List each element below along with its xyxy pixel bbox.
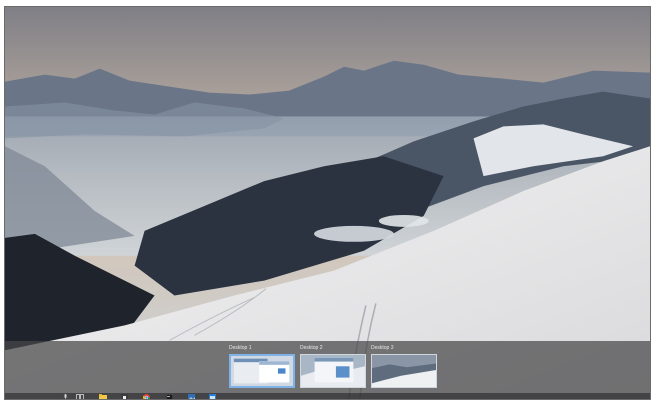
desktop-1-label: Desktop 1 <box>229 345 252 351</box>
desktop-screen: Desktop 1 Desktop 2 Desktop 3 <box>4 6 651 400</box>
photos-icon[interactable] <box>187 393 196 399</box>
desktop-1-thumbnail[interactable] <box>229 354 295 388</box>
desktop-3-thumbnail[interactable] <box>371 354 437 388</box>
desktop-3-preview <box>372 355 436 387</box>
terminal-icon[interactable] <box>165 393 174 399</box>
task-view-desktops-bar: Desktop 1 Desktop 2 Desktop 3 <box>5 341 650 393</box>
microphone-icon[interactable] <box>61 393 70 399</box>
desktop-2-thumbnail[interactable] <box>300 354 366 388</box>
taskbar <box>5 393 650 399</box>
desktop-3-label: Desktop 3 <box>371 345 394 351</box>
desktop-2-preview <box>301 355 365 387</box>
task-view-icon[interactable] <box>75 393 84 399</box>
chrome-icon[interactable] <box>142 393 151 399</box>
desktop-2-label: Desktop 2 <box>300 345 323 351</box>
file-explorer-icon[interactable] <box>98 393 107 399</box>
desktop-1-preview <box>231 356 293 386</box>
window-app-icon[interactable] <box>208 393 217 399</box>
store-icon[interactable] <box>120 393 129 399</box>
